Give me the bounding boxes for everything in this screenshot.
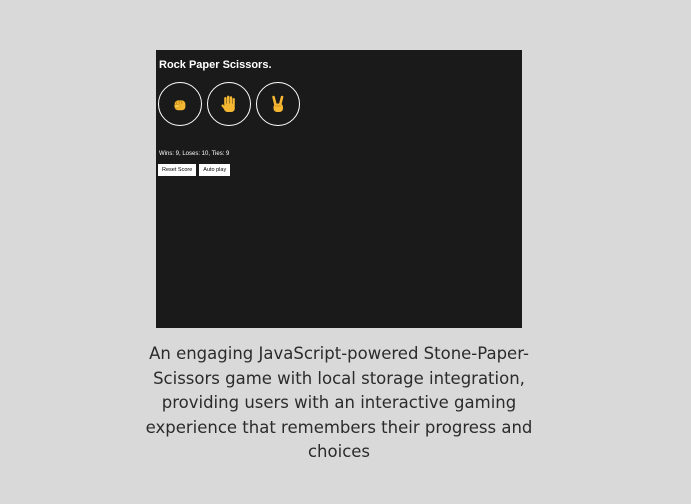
rock-fist-icon — [174, 100, 186, 111]
page-title: Rock Paper Scissors. — [159, 59, 272, 71]
description-caption: An engaging JavaScript-powered Stone-Pap… — [145, 344, 533, 462]
scissors-button[interactable] — [256, 82, 300, 126]
move-buttons — [158, 82, 300, 126]
scissors-hand-icon — [272, 95, 284, 112]
rock-button[interactable] — [158, 82, 202, 126]
paper-hand-icon — [221, 95, 235, 112]
score-text: Wins: 9, Loses: 10, Ties: 9 — [159, 151, 230, 157]
game-screenshot: Rock Paper Scissors. Wins: 9, Loses: 10,… — [156, 50, 522, 328]
paper-button[interactable] — [207, 82, 251, 126]
auto-play-button[interactable]: Auto play — [199, 164, 231, 176]
reset-score-button[interactable]: Reset Score — [158, 164, 197, 176]
control-buttons: Reset Score Auto play — [158, 164, 231, 176]
